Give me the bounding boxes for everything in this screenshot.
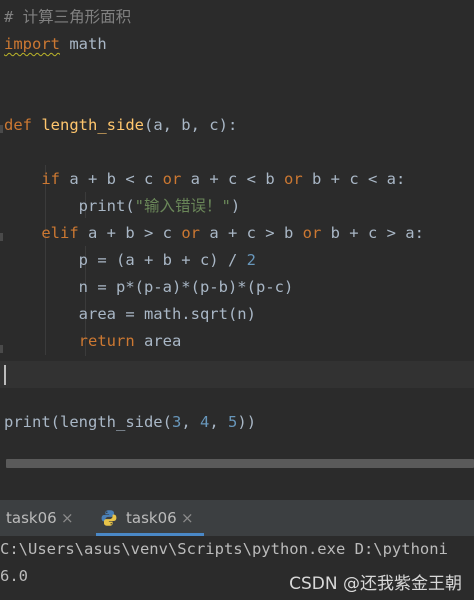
code-token: )) (237, 413, 257, 431)
code-text: if a + b < c or a + c < b or b + c < a: (4, 166, 405, 193)
code-text: return area (4, 328, 182, 355)
code-token: print(length_side( (4, 413, 172, 431)
code-line[interactable] (0, 382, 474, 409)
code-line[interactable]: print(length_side(3, 4, 5)) (0, 409, 474, 436)
console-result-line: 6.0 (0, 567, 28, 585)
code-line[interactable] (0, 85, 474, 112)
code-token: ) (230, 197, 241, 215)
code-line[interactable] (0, 58, 474, 85)
scrollbar-thumb[interactable] (6, 459, 474, 468)
code-line[interactable]: n = p*(p-a)*(p-b)*(p-c) (0, 274, 474, 301)
code-token: (a, b, c): (143, 116, 238, 134)
python-icon (101, 510, 117, 526)
code-token: math (60, 35, 107, 53)
code-token: # 计算三角形面积 (4, 8, 132, 26)
code-token: b + c > a: (321, 224, 424, 242)
code-line[interactable]: area = math.sqrt(n) (0, 301, 474, 328)
code-token: or (162, 170, 182, 188)
close-icon[interactable]: × (181, 500, 194, 536)
close-icon[interactable]: × (61, 500, 74, 536)
code-token: def (4, 116, 42, 134)
code-token: 2 (246, 251, 256, 269)
code-line[interactable]: # 计算三角形面积 (0, 4, 474, 31)
code-token: n = p*(p-a)*(p-b)*(p-c) (4, 278, 294, 296)
code-line[interactable]: p = (a + b + c) / 2 (0, 247, 474, 274)
code-token: a + c < b (181, 170, 284, 188)
code-token: a + b < c (60, 170, 163, 188)
code-token: a + c > b (199, 224, 303, 242)
code-line[interactable]: print("输入错误！") (0, 193, 474, 220)
code-token: return (78, 332, 135, 350)
code-text: n = p*(p-a)*(p-b)*(p-c) (4, 274, 294, 301)
code-token: , (209, 413, 229, 431)
code-token: , (181, 413, 200, 431)
code-token: or (181, 224, 200, 242)
code-line[interactable]: return area (0, 328, 474, 355)
horizontal-scrollbar[interactable] (0, 452, 474, 500)
code-token: 5 (228, 413, 238, 431)
code-text: # 计算三角形面积 (4, 4, 131, 31)
code-token: print( (4, 197, 135, 215)
code-token: area (134, 332, 182, 350)
code-text: print(length_side(3, 4, 5)) (4, 409, 256, 436)
code-token: 4 (200, 413, 210, 431)
code-token: length_side (41, 116, 144, 134)
tab-task06-active[interactable]: task06 × (96, 500, 204, 536)
tab-task06-inactive[interactable]: task06 × (0, 500, 90, 536)
code-text: import math (4, 31, 107, 58)
code-token: import (4, 35, 60, 53)
code-token: 3 (171, 413, 182, 431)
watermark: CSDN @还我紫金王朝 (289, 574, 462, 594)
code-token: area = math.sqrt(n) (4, 305, 256, 323)
code-line[interactable] (0, 139, 474, 166)
run-tool-window-tabs: task06 × task06 × (0, 500, 474, 536)
code-token: elif (41, 224, 79, 242)
code-line[interactable] (0, 355, 474, 382)
code-token: or (302, 224, 322, 242)
code-token: b + c < a: (302, 170, 406, 188)
code-line[interactable]: if a + b < c or a + c < b or b + c < a: (0, 166, 474, 193)
code-token: p = (a + b + c) / (4, 251, 247, 269)
code-text: print("输入错误！") (4, 193, 241, 220)
tab-label: task06 (126, 509, 177, 527)
code-text: elif a + b > c or a + c > b or b + c > a… (4, 220, 424, 247)
code-token: "输入错误！" (134, 197, 231, 215)
code-line[interactable]: def length_side(a, b, c): (0, 112, 474, 139)
console-command-line: C:\Users\asus\venv\Scripts\python.exe D:… (0, 540, 448, 558)
code-token: or (283, 170, 303, 188)
tab-label: task06 (6, 509, 57, 527)
code-text: def length_side(a, b, c): (4, 112, 237, 139)
code-token: a + b > c (78, 224, 182, 242)
code-text: p = (a + b + c) / 2 (4, 247, 256, 274)
code-editor[interactable]: # 计算三角形面积 import math def length_side(a, b… (0, 0, 474, 452)
code-token: if (41, 170, 60, 188)
code-line[interactable]: elif a + b > c or a + c > b or b + c > a… (0, 220, 474, 247)
code-line[interactable]: import math (0, 31, 474, 58)
code-text: area = math.sqrt(n) (4, 301, 256, 328)
